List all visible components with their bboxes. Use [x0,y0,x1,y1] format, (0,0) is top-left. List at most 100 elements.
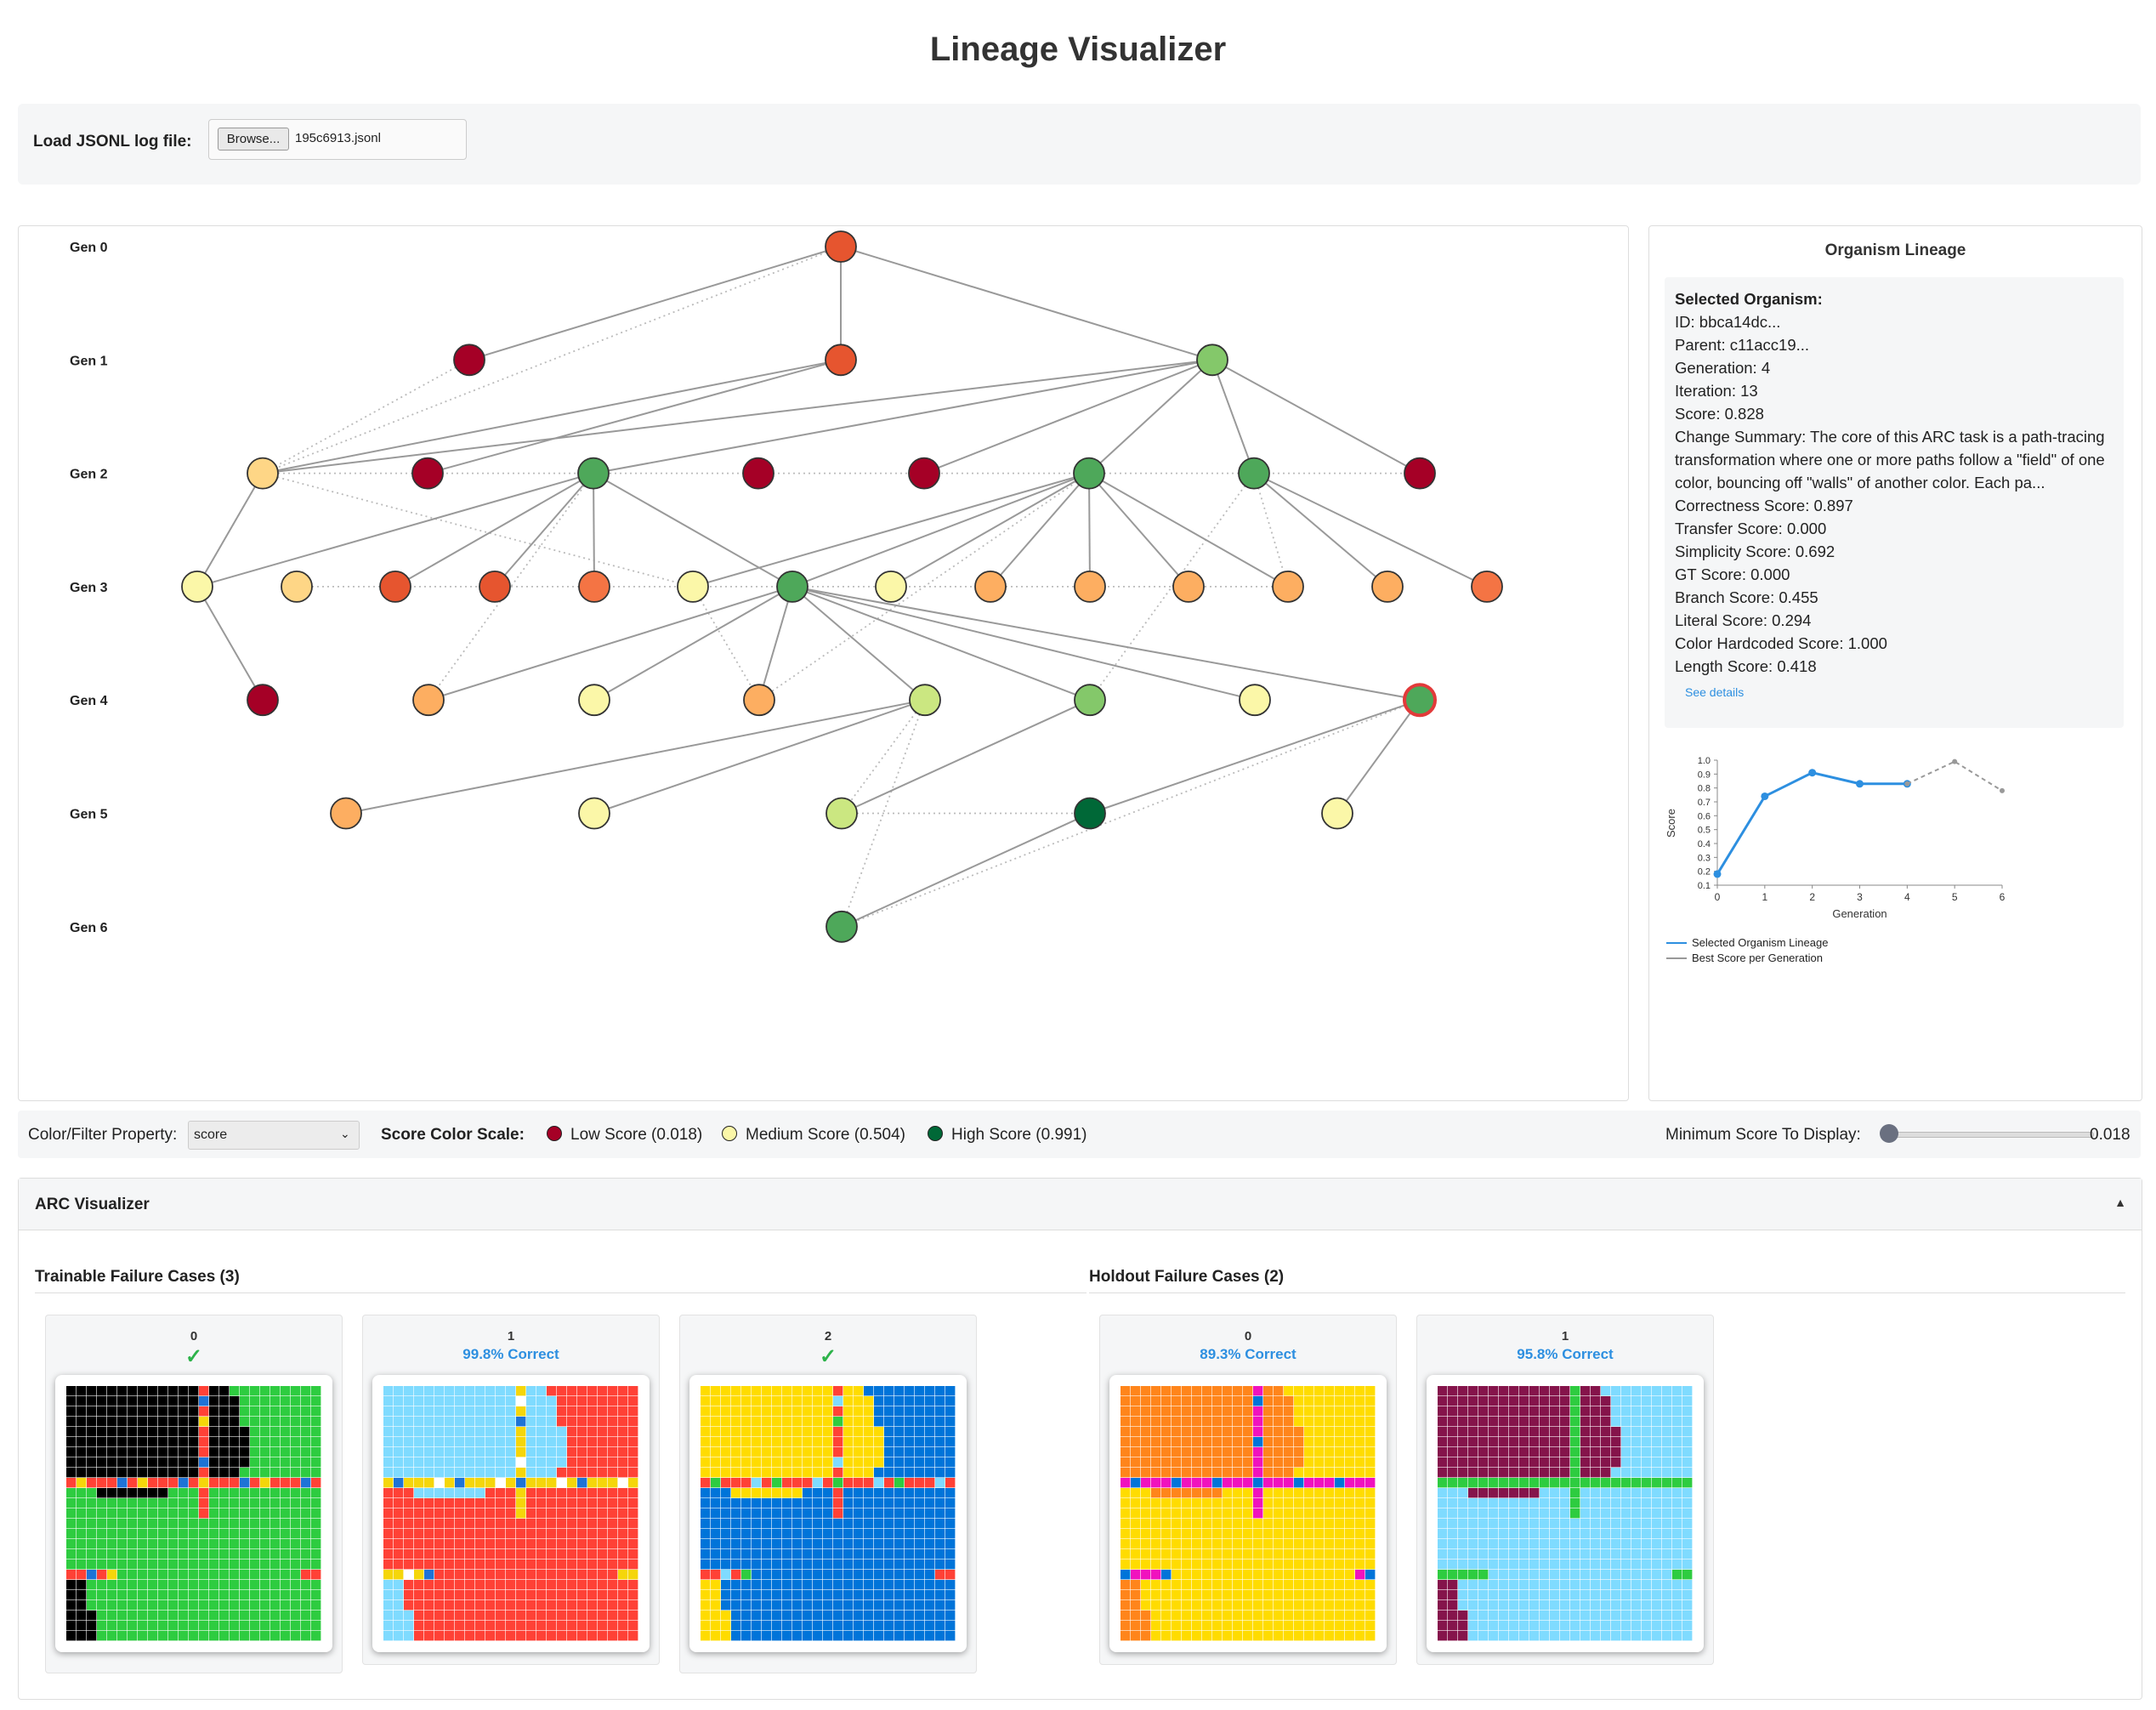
organism-node[interactable] [1172,570,1205,603]
organism-node[interactable] [1272,570,1304,603]
organism-node[interactable] [247,684,279,717]
trainable-case-0[interactable]: 0 ✓ [45,1315,343,1673]
trainable-case-2[interactable]: 2 ✓ [679,1315,977,1673]
browse-button[interactable]: Browse... [218,128,289,151]
organism-node[interactable] [577,457,610,490]
grid-cell [260,1498,270,1508]
organism-node[interactable] [1321,797,1353,830]
grid-cell [1468,1549,1478,1559]
filter-property-select[interactable]: score ⌄ [188,1121,360,1150]
grid-cell [230,1549,240,1559]
grid-cell [884,1570,894,1580]
grid-cell [168,1478,179,1488]
grid-cell [772,1590,782,1600]
grid-cell [1243,1600,1253,1611]
grid-cell [1550,1396,1560,1406]
grid-cell [1662,1447,1672,1457]
organism-node[interactable] [578,797,610,830]
organism-node[interactable] [578,684,610,717]
grid-cell [1570,1457,1580,1468]
grid-cell [874,1570,884,1580]
grid-cell [1202,1590,1212,1600]
grid-cell [199,1427,209,1437]
grid-cell [1570,1386,1580,1396]
collapse-icon[interactable]: ▲ [2114,1196,2126,1209]
grid-cell [199,1621,209,1631]
organism-node[interactable] [875,570,907,603]
organism-node[interactable] [1404,457,1436,490]
check-icon: ✓ [819,1345,837,1368]
grid-cell [1509,1621,1519,1631]
organism-node[interactable] [825,230,857,263]
selected-organism-node[interactable] [1403,683,1437,718]
grid-cell [1325,1549,1335,1559]
organism-node[interactable] [453,344,485,377]
organism-node[interactable] [181,570,213,603]
holdout-case-1[interactable]: 1 95.8% Correct [1416,1315,1714,1665]
grid-cell [414,1539,424,1549]
organism-node[interactable] [412,684,445,717]
grid-cell [311,1529,321,1539]
organism-node[interactable] [1074,797,1106,830]
grid-cell [281,1406,291,1417]
organism-node[interactable] [776,570,808,603]
lineage-graph[interactable]: Gen 0Gen 1Gen 2Gen 3Gen 4Gen 5Gen 6 [19,226,1628,1100]
grid-cell [117,1447,128,1457]
grid-cell [1499,1611,1509,1621]
grid-cell [1182,1417,1192,1427]
grid-cell [854,1590,864,1600]
trainable-case-1[interactable]: 1 99.8% Correct [362,1315,660,1665]
organism-node[interactable] [826,797,858,830]
arc-visualizer-header[interactable]: ARC Visualizer ▲ [19,1179,2142,1230]
organism-node[interactable] [411,457,444,490]
grid-cell [1151,1631,1161,1641]
grid-cell [1560,1611,1570,1621]
organism-node[interactable] [1074,684,1106,717]
grid-cell [1642,1539,1652,1549]
holdout-case-0[interactable]: 0 89.3% Correct [1099,1315,1397,1665]
organism-node[interactable] [1073,457,1105,490]
organism-node[interactable] [677,570,709,603]
grid-cell [905,1437,915,1447]
grid-cell [1540,1457,1550,1468]
organism-node[interactable] [909,684,941,717]
organism-node[interactable] [1239,684,1271,717]
organism-node[interactable] [825,344,857,377]
organism-node[interactable] [1471,570,1503,603]
grid-cell [1621,1457,1631,1468]
organism-node[interactable] [826,910,858,943]
grid-cell [1621,1519,1631,1529]
grid-cell [168,1549,179,1559]
file-input[interactable]: Browse... 195c6913.jsonl [208,119,467,160]
organism-node[interactable] [1371,570,1404,603]
grid-cell [752,1519,762,1529]
grid-cell [496,1559,506,1570]
organism-node[interactable] [330,797,362,830]
graph-edge [593,472,793,588]
grid-cell [823,1498,833,1508]
grid-cell [281,1437,291,1447]
see-details-link[interactable]: See details [1685,681,1744,704]
organism-node[interactable] [908,457,940,490]
min-score-slider[interactable] [1880,1122,2101,1146]
grid-cell [843,1590,854,1600]
organism-node[interactable] [578,570,610,603]
organism-node[interactable] [1074,570,1106,603]
grid-cell [731,1519,741,1529]
organism-node[interactable] [479,570,511,603]
organism-node[interactable] [743,684,775,717]
grid-cell [87,1447,97,1457]
grid-cell [1570,1590,1580,1600]
organism-node[interactable] [281,570,313,603]
grid-cell [117,1406,128,1417]
organism-node[interactable] [974,570,1007,603]
organism-node[interactable] [1196,344,1228,377]
grid-cell [1263,1498,1274,1508]
organism-node[interactable] [379,570,411,603]
organism-node[interactable] [1238,457,1270,490]
organism-node[interactable] [742,457,774,490]
grid-cell [250,1529,260,1539]
organism-node[interactable] [247,457,279,490]
slider-thumb[interactable] [1880,1124,1898,1143]
case-index: 0 [1244,1329,1252,1344]
